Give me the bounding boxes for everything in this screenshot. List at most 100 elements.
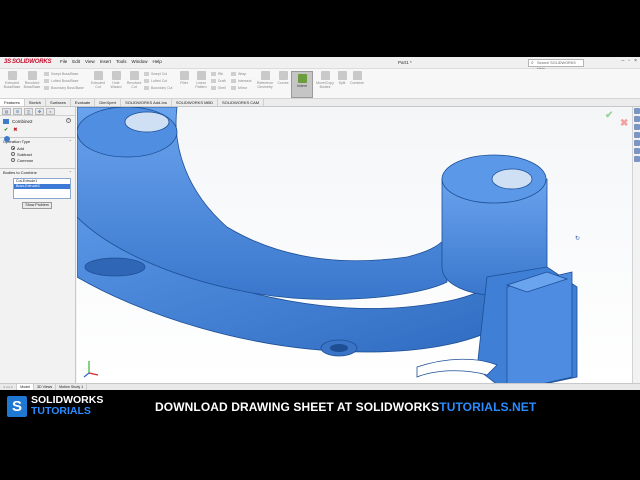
bodies-selection-box[interactable]: Cut-Extrude1 Boss-Extrude3	[13, 178, 71, 199]
collapse-icon[interactable]: ⌃	[69, 170, 72, 175]
intersect-button[interactable]: Intersect	[231, 79, 251, 83]
logo-text: SOLIDWORKS	[11, 59, 52, 65]
cancel-button[interactable]: ✖	[13, 127, 17, 133]
split-icon	[337, 71, 347, 80]
menu-tools[interactable]: Tools	[116, 59, 127, 64]
tab-cam[interactable]: SOLIDWORKS CAM	[218, 99, 265, 106]
collapse-icon[interactable]: ⌃	[69, 139, 72, 144]
confirm-cancel-icon[interactable]: ✖	[620, 118, 628, 129]
home-icon[interactable]	[633, 108, 640, 114]
move-copy-bodies-button[interactable]: Move/Copy Bodies	[316, 71, 334, 89]
operation-type-group: Operation Type ⌃ Add Subtract Common	[0, 137, 75, 163]
design-library-icon[interactable]	[633, 124, 640, 130]
wrap-button[interactable]: Wrap	[231, 72, 246, 76]
title-bar: 3SSOLIDWORKS File Edit View Insert Tools…	[0, 57, 640, 71]
hole-wizard-button[interactable]: Hole Wizard	[108, 71, 124, 89]
configuration-icon[interactable]: ◫	[24, 108, 33, 115]
boundary-cut-button[interactable]: Boundary Cut	[144, 86, 172, 90]
operation-type-title[interactable]: Operation Type ⌃	[0, 138, 75, 145]
lofted-boss-button[interactable]: Lofted Boss/Base	[44, 79, 78, 83]
minimize-icon[interactable]: –	[622, 58, 625, 64]
rotate-cursor-icon: ↻	[575, 236, 581, 242]
ribbon-label: Extruded Cut	[90, 81, 105, 89]
mirror-button[interactable]: Mirror	[231, 86, 247, 90]
radio-selected-icon	[11, 146, 15, 150]
menu-window[interactable]: Window	[132, 59, 148, 64]
top-left-hole	[124, 111, 170, 133]
model-tabs: ◂ ◂ ▸ ▸ Model 3D Views Motion Study 1	[0, 383, 640, 390]
tab-sketch[interactable]: Sketch	[25, 99, 47, 106]
resources-icon[interactable]	[633, 116, 640, 122]
boundary-boss-button[interactable]: Boundary Boss/Base	[44, 86, 84, 90]
swept-boss-button[interactable]: Swept Boss/Base	[44, 72, 78, 76]
confirm-ok-icon[interactable]: ✔	[605, 110, 613, 121]
ribbon-label: Linear Pattern	[195, 81, 207, 89]
tab-addins[interactable]: SOLIDWORKS Add-Ins	[121, 99, 172, 106]
tab-features[interactable]: Features	[0, 99, 25, 106]
swept-cut-button[interactable]: Swept Cut	[144, 72, 167, 76]
combine-button[interactable]: Combine	[349, 71, 365, 85]
shell-button[interactable]: Shell	[211, 86, 226, 90]
help-search-input[interactable]: ⌕ Search SOLIDWORKS Help	[528, 59, 584, 71]
curves-button[interactable]: Curves	[276, 71, 290, 85]
bodies-group-title[interactable]: Bodies to Combine ⌃	[0, 169, 75, 176]
draft-button[interactable]: Draft	[211, 79, 226, 83]
3d-model[interactable]	[77, 107, 632, 383]
radio-common[interactable]: Common	[0, 157, 75, 163]
close-icon[interactable]: ×	[634, 58, 637, 64]
menu-help[interactable]: Help	[153, 59, 162, 64]
revolved-cut-button[interactable]: Revolved Cut	[126, 71, 142, 89]
dimxpert-icon[interactable]: ✥	[35, 108, 44, 115]
callout-main-text: DOWNLOAD DRAWING SHEET AT SOLIDWORKS	[155, 400, 440, 414]
wrap-icon	[231, 72, 236, 76]
ribbon-label: Hole Wizard	[110, 81, 122, 89]
linear-pattern-button[interactable]: Linear Pattern	[193, 71, 209, 89]
ribbon-small-label: Mirror	[238, 86, 248, 90]
shell-icon	[211, 86, 216, 90]
search-icon: ⌕	[531, 60, 534, 66]
lofted-cut-button[interactable]: Lofted Cut	[144, 79, 167, 83]
video-frame: 3SSOLIDWORKS File Edit View Insert Tools…	[0, 0, 640, 480]
display-manager-icon[interactable]: ◐	[46, 108, 55, 115]
ribbon-label: Reference Geometry	[256, 81, 274, 89]
view-palette-icon[interactable]	[633, 140, 640, 146]
menu-file[interactable]: File	[60, 59, 67, 64]
tab-surfaces[interactable]: Surfaces	[46, 99, 71, 106]
graphics-area[interactable]: Ortho (Right)	[77, 107, 632, 383]
body-item-selected[interactable]: Boss-Extrude3	[14, 184, 70, 189]
feature-tree-icon[interactable]: ▤	[2, 108, 11, 115]
help-icon[interactable]: ?	[66, 118, 71, 123]
move-copy-icon	[320, 71, 330, 80]
appearances-icon[interactable]	[633, 148, 640, 154]
tab-mbd[interactable]: SOLIDWORKS MBD	[172, 99, 218, 106]
revolve-icon	[27, 71, 37, 80]
hole-icon	[111, 71, 121, 80]
ok-button[interactable]: ✔	[4, 127, 8, 133]
solidworks-logo[interactable]: 3SSOLIDWORKS	[4, 59, 51, 67]
extruded-boss-button[interactable]: Extruded Boss/Base	[4, 71, 20, 89]
tab-dimxpert[interactable]: DimXpert	[95, 99, 122, 106]
instant3d-button[interactable]: Indent	[291, 71, 313, 98]
split-button[interactable]: Split	[336, 71, 348, 85]
menu-edit[interactable]: Edit	[72, 59, 80, 64]
tab-evaluate[interactable]: Evaluate	[71, 99, 96, 106]
ribbon-label: Split	[338, 81, 346, 85]
property-manager: ▤ ☰ ◫ ✥ ◐ Combine2 ? ✔ ✖ Operation Type …	[0, 107, 76, 390]
extruded-cut-button[interactable]: Extruded Cut	[90, 71, 106, 89]
menu-insert[interactable]: Insert	[100, 59, 111, 64]
reference-geometry-button[interactable]: Reference Geometry	[256, 71, 274, 89]
brand-line-2: TUTORIALS	[31, 405, 91, 417]
solidworks-tutorials-logo-icon: S	[7, 396, 27, 417]
rib-button[interactable]: Rib	[211, 72, 223, 76]
fillet-button[interactable]: Fillet	[176, 71, 192, 85]
loft-cut-icon	[144, 79, 149, 83]
maximize-icon[interactable]: ▫	[628, 58, 630, 64]
file-explorer-icon[interactable]	[633, 132, 640, 138]
revolved-boss-button[interactable]: Revolved Boss/Base	[24, 71, 40, 89]
show-problem-button[interactable]: Show Problem	[22, 202, 52, 209]
property-manager-icon[interactable]: ☰	[13, 108, 22, 115]
custom-properties-icon[interactable]	[633, 156, 640, 162]
pm-title: Combine2	[12, 118, 33, 124]
pm-tab-strip: ▤ ☰ ◫ ✥ ◐	[0, 107, 75, 116]
menu-view[interactable]: View	[85, 59, 95, 64]
